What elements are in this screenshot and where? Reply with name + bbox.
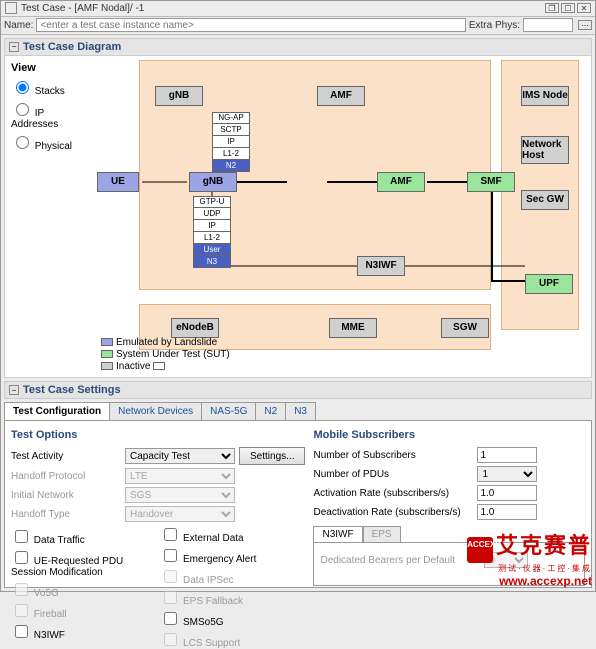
tab-n2[interactable]: N2	[255, 402, 286, 420]
subtab-content: Dedicated Bearers per Default 0	[313, 542, 585, 586]
diagram-area: View Stacks IP Addresses Physical gNB AM…	[4, 56, 592, 378]
chk-smso5g[interactable]: SMSo5G	[160, 609, 305, 628]
view-physical[interactable]: Physical	[11, 133, 91, 152]
mobile-subscribers-panel: Mobile Subscribers Number of Subscribers…	[313, 427, 585, 581]
chk-fireball: Fireball	[11, 601, 156, 620]
test-activity-label: Test Activity	[11, 451, 121, 462]
num-pdu-select[interactable]: 1	[477, 466, 537, 482]
deact-rate-input[interactable]	[477, 504, 537, 520]
node-ims[interactable]: IMS Node	[521, 86, 569, 106]
chk-lcs: LCS Support	[160, 630, 305, 649]
extra-phys-field[interactable]	[523, 18, 573, 32]
node-ue[interactable]: UE	[97, 172, 139, 192]
collapse-icon[interactable]: −	[9, 385, 19, 395]
name-bar: Name: Extra Phys: ⋯	[1, 17, 595, 35]
view-ip[interactable]: IP Addresses	[11, 100, 91, 130]
num-subs-input[interactable]	[477, 447, 537, 463]
act-rate-label: Activation Rate (subscribers/s)	[313, 488, 473, 499]
handoff-protocol-select: LTE	[125, 468, 235, 484]
diagram-canvas: gNB AMF IMS Node Network Host Sec GW UE …	[97, 56, 591, 377]
test-activity-select[interactable]: Capacity Test	[125, 448, 235, 464]
chk-data-ipsec: Data IPSec	[160, 567, 305, 586]
ded-bearer-label: Dedicated Bearers per Default	[320, 555, 480, 566]
settings-button[interactable]: Settings...	[239, 447, 305, 465]
initial-network-label: Initial Network	[11, 490, 121, 501]
app-icon	[5, 2, 17, 14]
num-subs-label: Number of Subscribers	[313, 450, 473, 461]
node-n3iwf[interactable]: N3IWF	[357, 256, 405, 276]
extra-phys-label: Extra Phys:	[469, 20, 520, 31]
node-mme[interactable]: MME	[329, 318, 377, 338]
node-amf[interactable]: AMF	[377, 172, 425, 192]
node-upf[interactable]: UPF	[525, 274, 573, 294]
settings-tabs: Test Configuration Network Devices NAS-5…	[4, 402, 592, 420]
name-label: Name:	[4, 20, 33, 31]
node-smf[interactable]: SMF	[467, 172, 515, 192]
tab-n3[interactable]: N3	[285, 402, 316, 420]
tab-nas-5g[interactable]: NAS-5G	[201, 402, 256, 420]
view-stacks[interactable]: Stacks	[11, 78, 91, 97]
collapse-icon[interactable]: −	[9, 42, 19, 52]
num-pdu-label: Number of PDUs	[313, 469, 473, 480]
window-title: Test Case - [AMF Nodal]/ -1	[21, 3, 144, 14]
tab-network-devices[interactable]: Network Devices	[109, 402, 202, 420]
diagram-section-header[interactable]: − Test Case Diagram	[4, 38, 592, 56]
handoff-protocol-label: Handoff Protocol	[11, 471, 121, 482]
settings-body: Test Options Test Activity Capacity Test…	[4, 420, 592, 588]
node-nethost[interactable]: Network Host	[521, 136, 569, 164]
restore-button[interactable]: ❐	[545, 3, 559, 13]
mobile-title: Mobile Subscribers	[313, 429, 585, 441]
view-panel: View Stacks IP Addresses Physical	[5, 56, 97, 377]
maximize-button[interactable]: ☐	[561, 3, 575, 13]
diagram-section-title: Test Case Diagram	[23, 41, 121, 53]
chk-n3iwf[interactable]: N3IWF	[11, 622, 156, 641]
node-gnb-top[interactable]: gNB	[155, 86, 203, 106]
view-title: View	[11, 62, 91, 74]
settings-section-header[interactable]: − Test Case Settings	[4, 381, 592, 399]
node-gnb[interactable]: gNB	[189, 172, 237, 192]
handoff-type-label: Handoff Type	[11, 509, 121, 520]
node-enodeb[interactable]: eNodeB	[171, 318, 219, 338]
stack-n2: NG-APSCTPIPL1-2N2	[212, 112, 250, 172]
node-secgw[interactable]: Sec GW	[521, 190, 569, 210]
deact-rate-label: Deactivation Rate (subscribers/s)	[313, 507, 473, 518]
name-input[interactable]	[36, 18, 465, 32]
subtab-n3iwf[interactable]: N3IWF	[313, 526, 362, 542]
chk-external-data[interactable]: External Data	[160, 525, 305, 544]
settings-section-title: Test Case Settings	[23, 384, 121, 396]
close-button[interactable]: ✕	[577, 3, 591, 13]
initial-network-select: SGS	[125, 487, 235, 503]
test-options-title: Test Options	[11, 429, 305, 441]
chk-data-traffic[interactable]: Data Traffic	[11, 527, 156, 546]
chk-ue-req[interactable]: UE-Requested PDU Session Modification	[11, 548, 156, 578]
stack-n3: GTP-UUDPIPL1-2UserN3	[193, 196, 231, 268]
chk-emergency[interactable]: Emergency Alert	[160, 546, 305, 565]
node-sgw[interactable]: SGW	[441, 318, 489, 338]
test-options-panel: Test Options Test Activity Capacity Test…	[11, 427, 305, 581]
handoff-type-select: Handover	[125, 506, 235, 522]
tab-test-configuration[interactable]: Test Configuration	[4, 402, 110, 420]
subtab-eps: EPS	[363, 526, 401, 542]
extra-phys-expand[interactable]: ⋯	[578, 20, 592, 30]
node-amf-top[interactable]: AMF	[317, 86, 365, 106]
chk-vo5g: Vo5G	[11, 580, 156, 599]
legend: Emulated by Landslide System Under Test …	[101, 337, 230, 373]
chk-eps-fallback: EPS Fallback	[160, 588, 305, 607]
act-rate-input[interactable]	[477, 485, 537, 501]
title-bar: Test Case - [AMF Nodal]/ -1 ❐ ☐ ✕	[1, 1, 595, 17]
ded-bearer-select: 0	[484, 552, 528, 568]
